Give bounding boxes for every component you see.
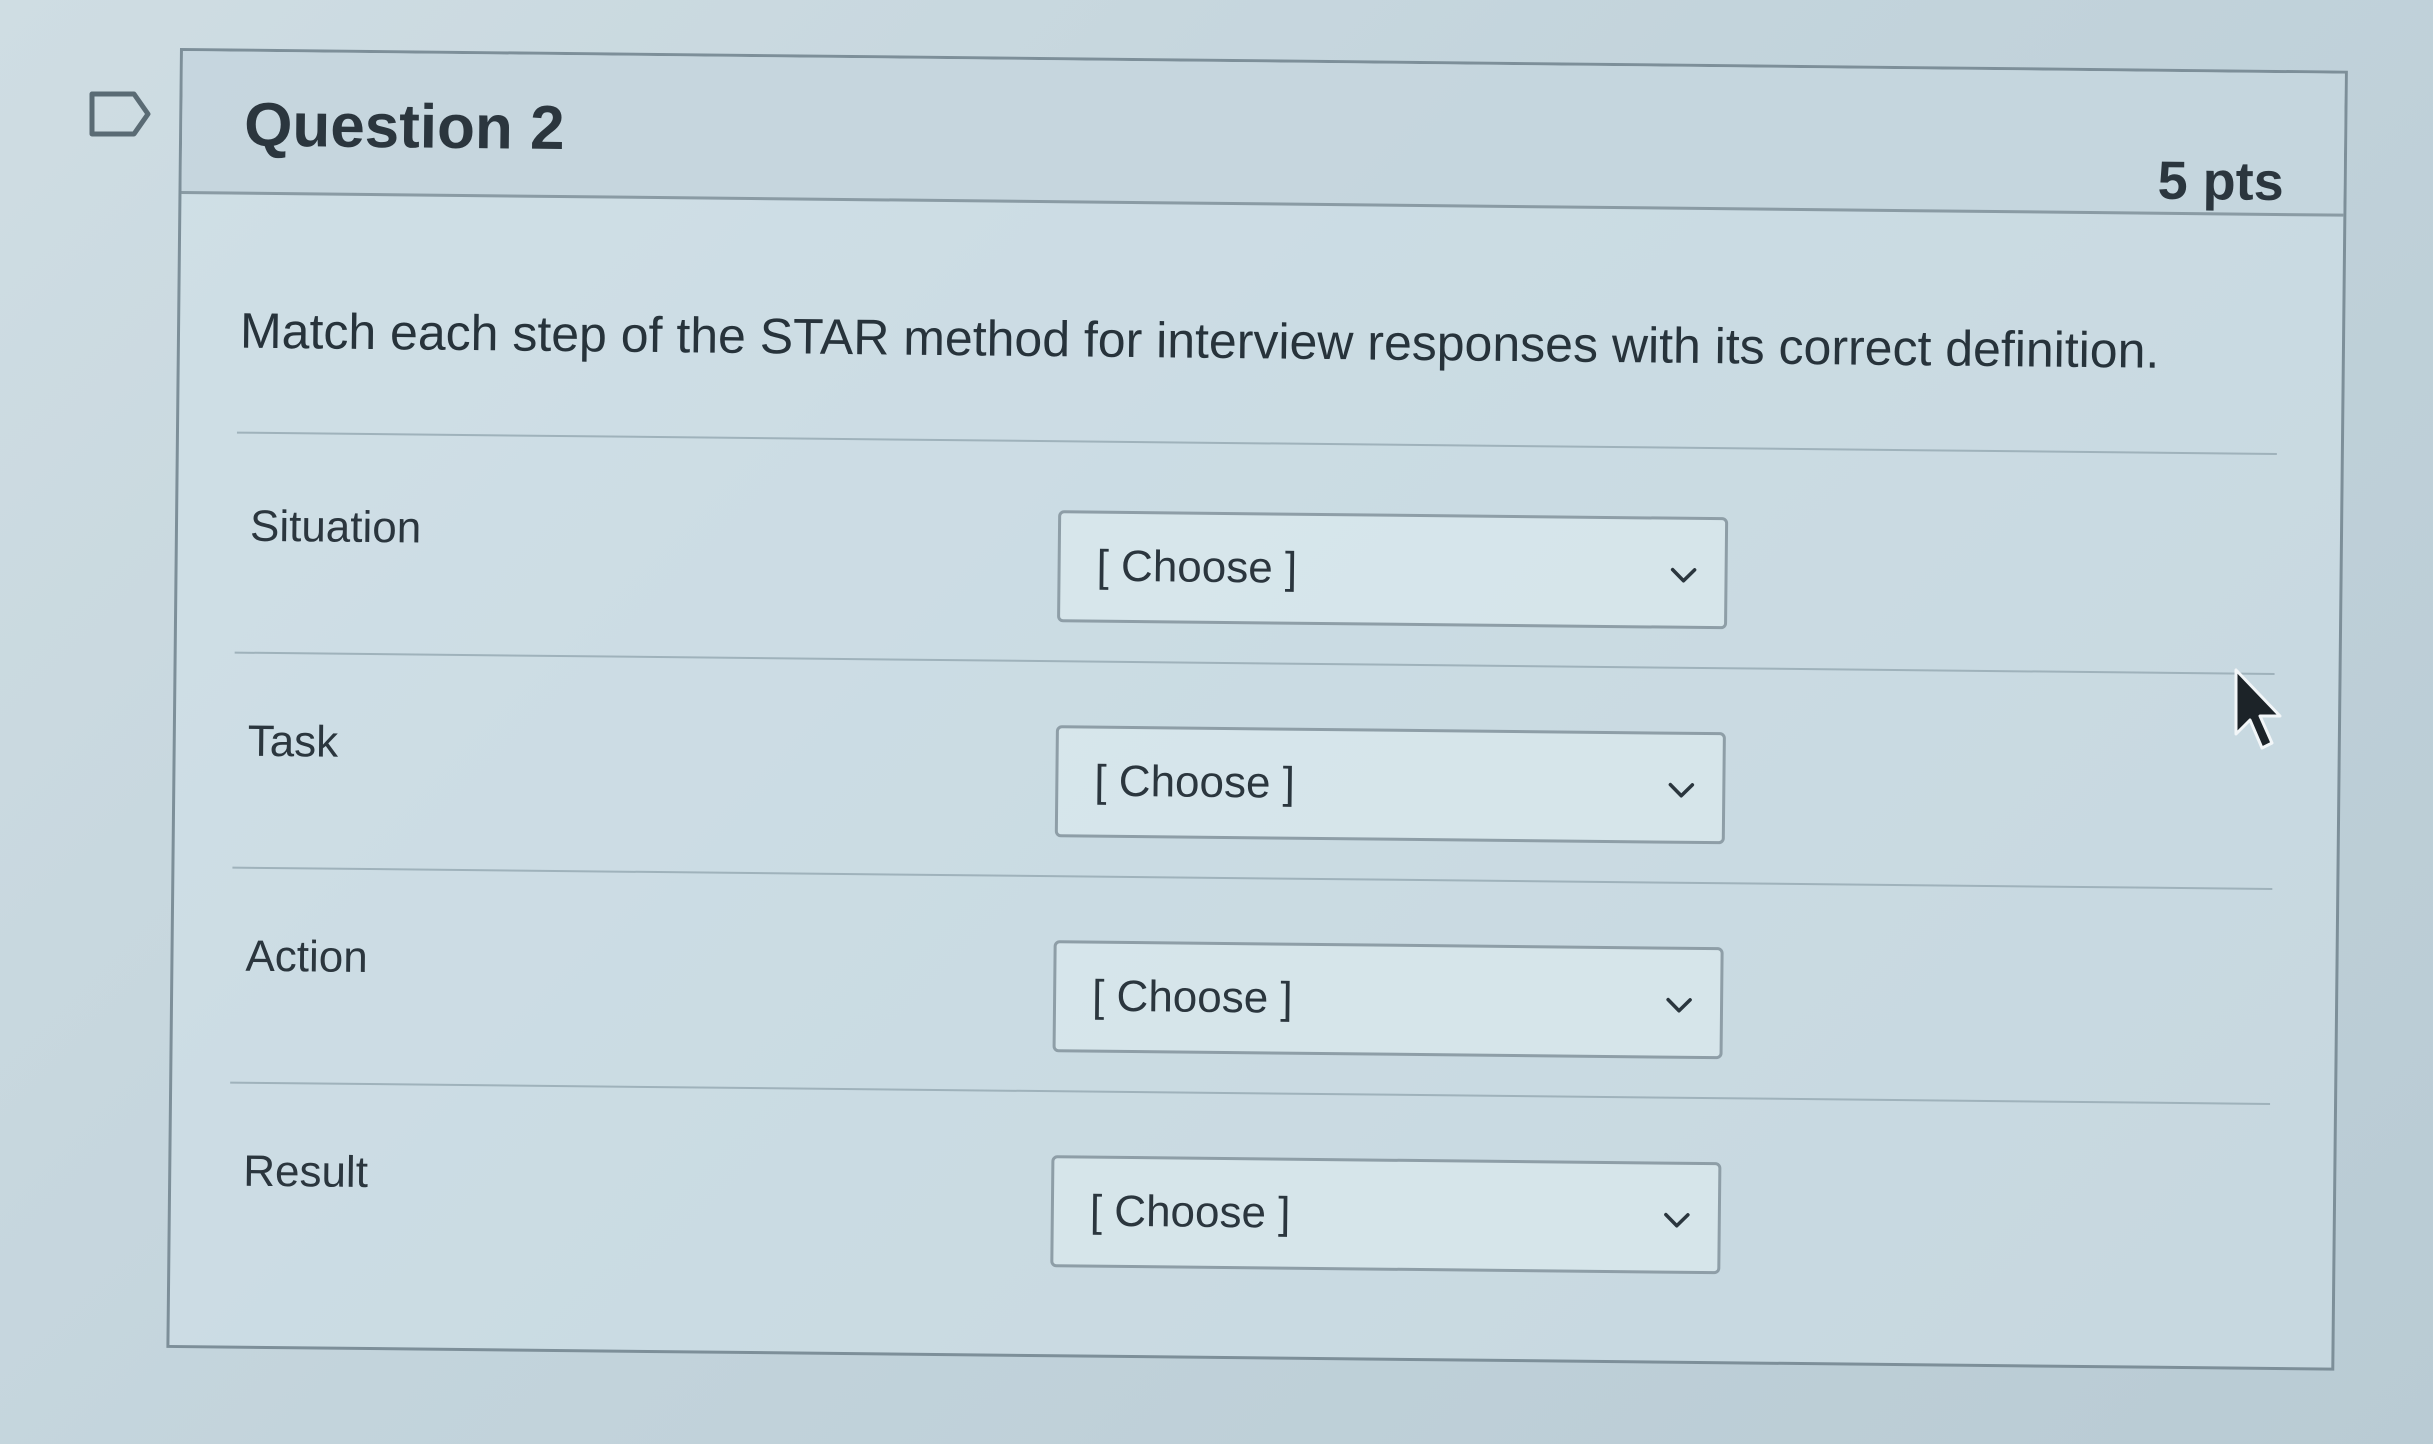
divider [236,431,2277,455]
answer-row-action: Action [ Choose ] [172,891,2336,1114]
chevron-down-icon [1666,997,1692,1013]
select-value: [ Choose ] [1096,541,1298,593]
select-value: [ Choose ] [1089,1186,1291,1238]
question-title: Question 2 [243,90,565,164]
flag-question-icon[interactable] [88,90,152,138]
answer-label: Action [245,931,369,983]
answer-select-situation[interactable]: [ Choose ] [1057,510,1729,630]
chevron-down-icon [1664,1212,1690,1228]
answer-label: Task [247,716,339,767]
mouse-cursor-icon [2234,668,2282,750]
answer-row-situation: Situation [ Choose ] [177,461,2341,684]
question-prompt: Match each step of the STAR method for i… [239,302,2160,379]
answer-label: Situation [249,501,422,553]
answer-row-task: Task [ Choose ] [174,676,2338,899]
question-card: Question 2 5 pts Match each step of the … [166,48,2348,1371]
question-header: Question 2 5 pts [181,51,2345,217]
select-value: [ Choose ] [1091,971,1293,1023]
chevron-down-icon [1668,782,1695,798]
answer-select-action[interactable]: [ Choose ] [1052,940,1724,1060]
select-value: [ Choose ] [1094,756,1296,808]
chevron-down-icon [1670,567,1697,583]
answer-select-result[interactable]: [ Choose ] [1050,1155,1722,1275]
question-points: 5 pts [2157,150,2285,213]
answer-label: Result [242,1146,369,1198]
answer-select-task[interactable]: [ Choose ] [1054,725,1726,845]
answer-row-result: Result [ Choose ] [170,1106,2334,1329]
